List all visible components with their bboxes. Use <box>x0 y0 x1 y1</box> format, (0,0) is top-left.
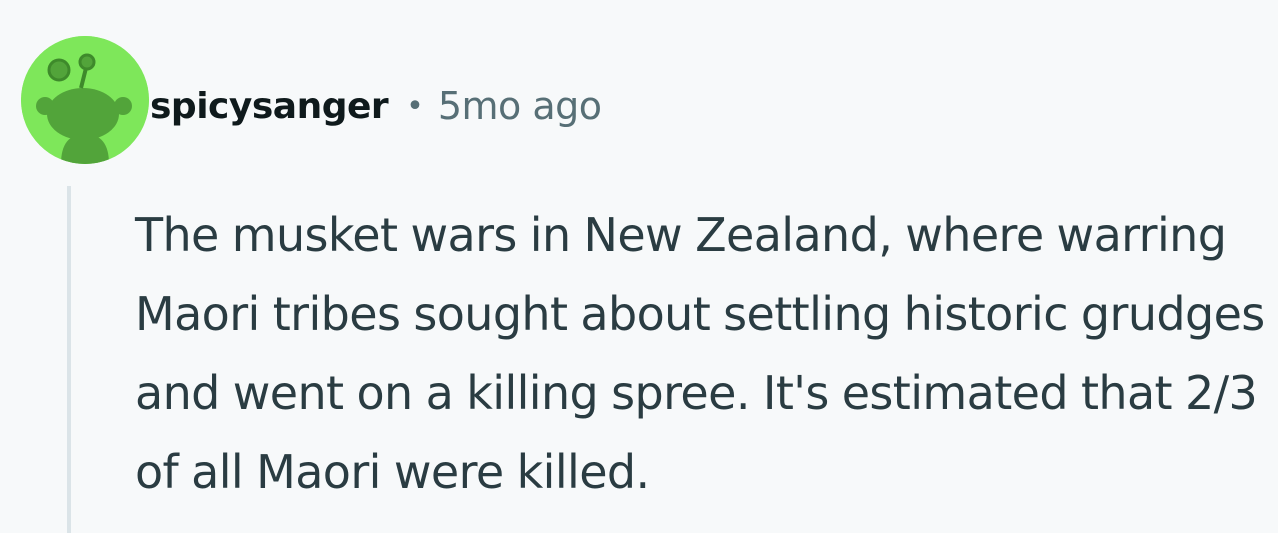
comment-header: spicysanger • 5mo ago <box>150 78 602 134</box>
snoo-avatar-icon <box>21 36 149 164</box>
user-avatar[interactable] <box>21 36 149 164</box>
thread-collapse-line[interactable] <box>67 186 71 533</box>
comment-timestamp[interactable]: 5mo ago <box>438 84 602 128</box>
username-link[interactable]: spicysanger <box>150 86 389 127</box>
comment-body: The musket wars in New Zealand, where wa… <box>135 196 1275 512</box>
meta-separator: • <box>406 88 424 124</box>
comment-text: The musket wars in New Zealand, where wa… <box>135 208 1265 499</box>
